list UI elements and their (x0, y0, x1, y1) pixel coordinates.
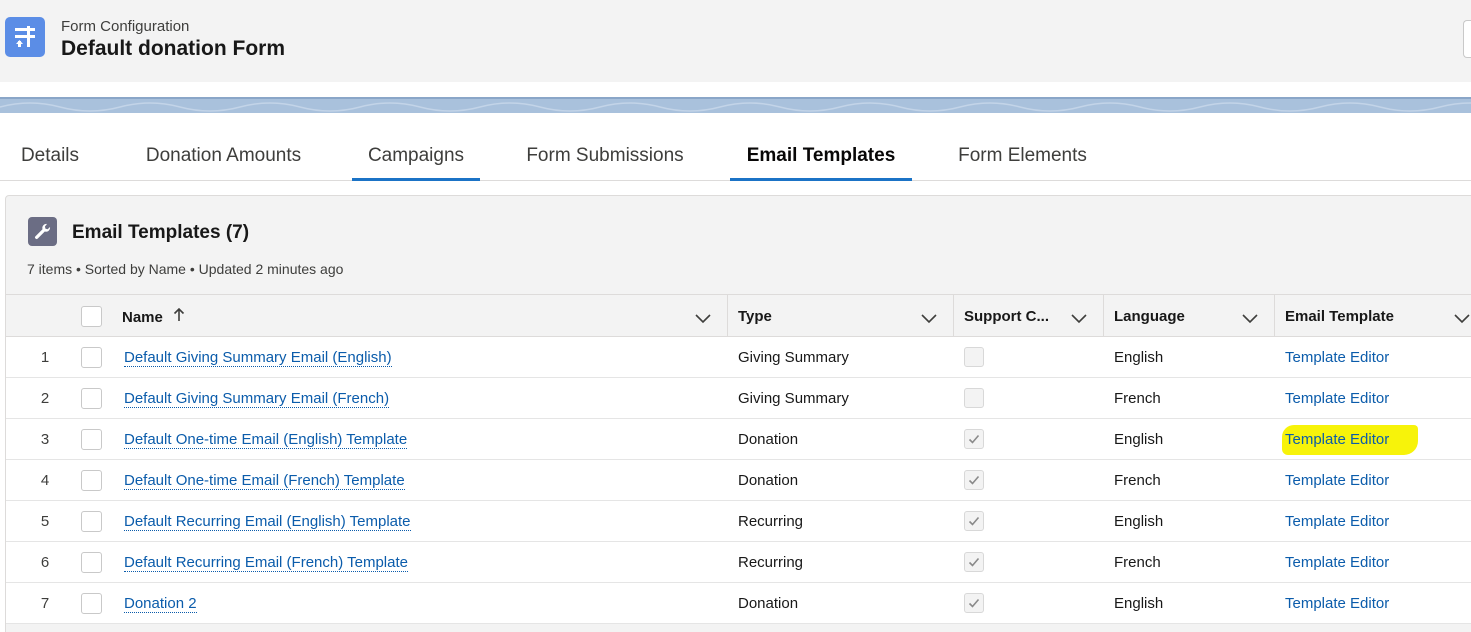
checkmark-icon (968, 516, 980, 526)
chevron-down-icon[interactable] (1242, 311, 1258, 329)
template-editor-link[interactable]: Template Editor (1285, 595, 1389, 612)
row-number: 1 (40, 349, 50, 366)
tab-email-templates[interactable]: Email Templates (730, 135, 912, 181)
language-cell: English (1114, 431, 1164, 448)
column-divider (953, 295, 954, 337)
type-cell: Recurring (738, 554, 804, 571)
row-select-checkbox[interactable] (81, 511, 102, 532)
page-header: Form Configuration Default donation Form (0, 0, 1471, 82)
row-select-checkbox[interactable] (81, 470, 102, 491)
template-editor-link[interactable]: Template Editor (1285, 349, 1389, 366)
row-number: 7 (40, 595, 50, 612)
type-cell: Donation (738, 472, 799, 489)
type-cell: Recurring (738, 513, 804, 530)
language-cell: English (1114, 513, 1164, 530)
tab-form-submissions[interactable]: Form Submissions (524, 135, 686, 181)
checkmark-icon (968, 434, 980, 444)
language-cell: English (1114, 349, 1164, 366)
row-number: 3 (40, 431, 50, 448)
template-editor-link[interactable]: Template Editor (1285, 513, 1389, 530)
template-editor-link[interactable]: Template Editor (1285, 431, 1389, 448)
language-cell: French (1114, 554, 1161, 571)
type-cell: Donation (738, 595, 799, 612)
wrench-icon (28, 217, 57, 246)
chevron-down-icon[interactable] (1454, 311, 1470, 329)
column-header-language[interactable]: Language (1114, 295, 1185, 337)
header-action-button[interactable] (1463, 20, 1471, 58)
language-cell: French (1114, 390, 1161, 407)
template-editor-link[interactable]: Template Editor (1285, 390, 1389, 407)
row-select-checkbox[interactable] (81, 552, 102, 573)
language-cell: English (1114, 595, 1164, 612)
related-list-subtitle: 7 items • Sorted by Name • Updated 2 min… (27, 261, 344, 277)
support-checkbox-unchecked (964, 388, 984, 408)
chevron-down-icon[interactable] (695, 311, 711, 329)
row-select-checkbox[interactable] (81, 593, 102, 614)
row-number: 4 (40, 472, 50, 489)
select-all-checkbox[interactable] (81, 306, 102, 327)
row-number: 2 (40, 390, 50, 407)
support-checkbox-checked (964, 511, 984, 531)
table-row: 2 Default Giving Summary Email (French) … (6, 378, 1471, 419)
table-row: 7 Donation 2 Donation English Template E… (6, 583, 1471, 624)
table-header: Name Type Support C... Language Email Te… (6, 294, 1471, 337)
tab-campaigns[interactable]: Campaigns (352, 135, 480, 181)
row-select-checkbox[interactable] (81, 429, 102, 450)
type-cell: Giving Summary (738, 349, 849, 366)
record-name-link[interactable]: Default Recurring Email (English) Templa… (124, 513, 411, 531)
column-header-email-template[interactable]: Email Template (1285, 295, 1394, 337)
language-cell: French (1114, 472, 1161, 489)
record-name-link[interactable]: Default Recurring Email (French) Templat… (124, 554, 408, 572)
row-number: 6 (40, 554, 50, 571)
record-title: Default donation Form (61, 37, 285, 60)
support-checkbox-checked (964, 552, 984, 572)
column-header-support[interactable]: Support C... (964, 295, 1049, 337)
row-number: 5 (40, 513, 50, 530)
table-row: 3 Default One-time Email (English) Templ… (6, 419, 1471, 460)
type-cell: Donation (738, 431, 799, 448)
chevron-down-icon[interactable] (1071, 311, 1087, 329)
checkmark-icon (968, 598, 980, 608)
table-row: 6 Default Recurring Email (French) Templ… (6, 542, 1471, 583)
column-header-name[interactable]: Name (122, 295, 185, 337)
support-checkbox-checked (964, 470, 984, 490)
row-select-checkbox[interactable] (81, 347, 102, 368)
email-templates-table: Name Type Support C... Language Email Te… (6, 294, 1471, 624)
form-config-icon (5, 17, 45, 57)
column-label-name: Name (122, 309, 163, 326)
record-tabs: Details Donation Amounts Campaigns Form … (0, 135, 1471, 181)
record-name-link[interactable]: Default Giving Summary Email (English) (124, 349, 392, 367)
type-cell: Giving Summary (738, 390, 849, 407)
checkmark-icon (968, 557, 980, 567)
tab-details[interactable]: Details (20, 135, 80, 181)
chevron-down-icon[interactable] (921, 311, 937, 329)
column-divider (1274, 295, 1275, 337)
sort-ascending-icon (173, 307, 185, 326)
table-row: 1 Default Giving Summary Email (English)… (6, 337, 1471, 378)
template-editor-link[interactable]: Template Editor (1285, 554, 1389, 571)
related-list-title[interactable]: Email Templates (7) (72, 222, 249, 244)
object-type-label: Form Configuration (61, 18, 190, 35)
checkmark-icon (968, 475, 980, 485)
support-checkbox-checked (964, 429, 984, 449)
record-name-link[interactable]: Default One-time Email (English) Templat… (124, 431, 408, 449)
record-name-link[interactable]: Donation 2 (124, 595, 197, 613)
record-name-link[interactable]: Default One-time Email (French) Template (124, 472, 405, 490)
table-row: 5 Default Recurring Email (English) Temp… (6, 501, 1471, 542)
column-divider (1103, 295, 1104, 337)
record-name-link[interactable]: Default Giving Summary Email (French) (124, 390, 390, 408)
tab-form-elements[interactable]: Form Elements (956, 135, 1089, 181)
header-decorative-band (0, 97, 1471, 113)
support-checkbox-unchecked (964, 347, 984, 367)
column-divider (727, 295, 728, 337)
support-checkbox-checked (964, 593, 984, 613)
template-editor-link[interactable]: Template Editor (1285, 472, 1389, 489)
row-select-checkbox[interactable] (81, 388, 102, 409)
column-header-type[interactable]: Type (738, 295, 772, 337)
tab-donation-amounts[interactable]: Donation Amounts (139, 135, 308, 181)
table-row: 4 Default One-time Email (French) Templa… (6, 460, 1471, 501)
